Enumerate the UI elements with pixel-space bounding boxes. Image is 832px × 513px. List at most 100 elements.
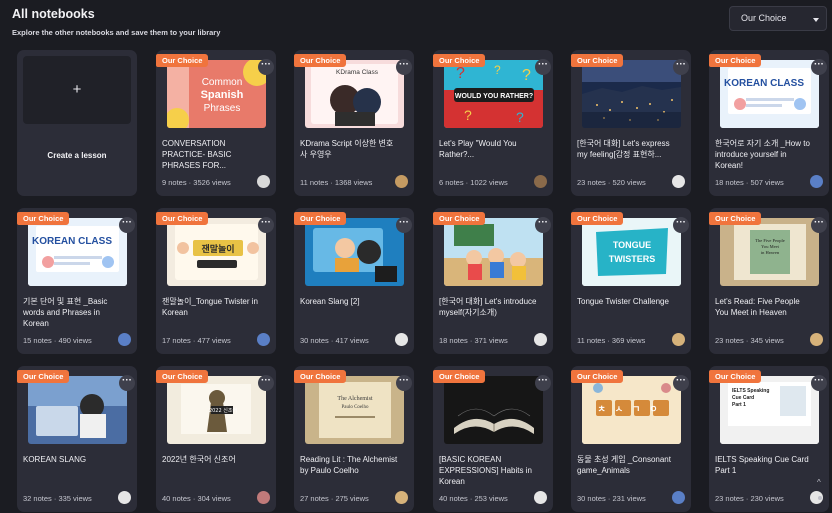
notebook-thumbnail: TONGUE TWISTERS	[582, 218, 681, 286]
notebook-stats: 6 notes · 1022 views	[439, 178, 508, 187]
more-options-icon[interactable]: ···	[811, 217, 827, 233]
our-choice-badge: Our Choice	[709, 370, 762, 383]
notebook-title: Let's Play "Would You Rather?...	[439, 139, 517, 159]
our-choice-badge: Our Choice	[156, 212, 209, 225]
author-avatar[interactable]	[257, 333, 270, 346]
notebook-card[interactable]: KOREAN CLASS Our Choice ··· 한국어로 자기 소개 _How…	[709, 50, 829, 196]
more-options-icon[interactable]: ···	[396, 217, 412, 233]
more-options-icon[interactable]: ···	[119, 375, 135, 391]
more-options-icon[interactable]: ···	[673, 375, 689, 391]
svg-text:Spanish: Spanish	[201, 89, 244, 101]
notebook-card[interactable]: Our Choice ··· Korean Slang [2] 30 notes · …	[294, 208, 414, 354]
author-avatar[interactable]	[534, 175, 547, 188]
notebook-card[interactable]: ??? WOULD YOU RATHER??? Our Choice ··· Let's…	[433, 50, 553, 196]
notebook-card[interactable]: IELTS Speaking Cue Card Part 1 Our Choice ··…	[709, 366, 829, 512]
svg-text:KOREAN CLASS: KOREAN CLASS	[724, 78, 804, 89]
scroll-up-icon[interactable]: ^	[817, 478, 821, 487]
notebook-stats: 23 notes · 230 views	[715, 494, 784, 503]
notebook-thumbnail: KOREAN CLASS	[720, 60, 819, 128]
create-lesson-card[interactable]: + Create a lesson	[17, 50, 137, 196]
svg-text:Common: Common	[202, 77, 243, 88]
notebook-card[interactable]: Our Choice ··· [BASIC KOREAN EXPRESSIONS] …	[433, 366, 553, 512]
author-avatar[interactable]	[534, 491, 547, 504]
notebook-card[interactable]: KDrama Class Our Choice ··· KDrama Script 이…	[294, 50, 414, 196]
notebook-stats: 17 notes · 477 views	[162, 336, 231, 345]
notebook-card[interactable]: ㅊㅅㄱㅇ Our Choice ··· 동물 초성 게임 _Consonant gam…	[571, 366, 691, 512]
notebook-card[interactable]: Common Spanish Phrases Our Choice ··· CONVERS…	[156, 50, 276, 196]
more-options-icon[interactable]: ···	[811, 375, 827, 391]
notebook-stats: 40 notes · 253 views	[439, 494, 508, 503]
author-avatar[interactable]	[118, 491, 131, 504]
more-options-icon[interactable]: ···	[811, 59, 827, 75]
author-avatar[interactable]	[810, 175, 823, 188]
notebook-card[interactable]: Our Choice ··· [한국어 대화] Let's introduce my…	[433, 208, 553, 354]
sort-dropdown[interactable]: Our Choice	[729, 6, 827, 31]
our-choice-badge: Our Choice	[433, 212, 486, 225]
page-title: All notebooks	[12, 7, 95, 21]
author-avatar[interactable]	[257, 491, 270, 504]
create-lesson-label: Create a lesson	[47, 151, 107, 160]
notebook-card[interactable]: Our Choice ··· KOREAN SLANG 32 notes · 335 …	[17, 366, 137, 512]
our-choice-badge: Our Choice	[294, 370, 347, 383]
svg-text:?: ?	[516, 109, 524, 125]
our-choice-badge: Our Choice	[709, 54, 762, 67]
notebook-card[interactable]: 잰말놀이 Our Choice ··· 잰말놀이_Tongue Twister in …	[156, 208, 276, 354]
more-options-icon[interactable]: ···	[258, 59, 274, 75]
author-avatar[interactable]	[118, 333, 131, 346]
notebook-title: Let's Read: Five People You Meet in Heav…	[715, 297, 800, 317]
svg-text:KDrama Class: KDrama Class	[336, 69, 379, 76]
more-options-icon[interactable]: ···	[535, 59, 551, 75]
svg-text:Phrases: Phrases	[204, 103, 241, 114]
more-options-icon[interactable]: ···	[258, 217, 274, 233]
notebook-stats: 30 notes · 231 views	[577, 494, 646, 503]
svg-text:You Meet: You Meet	[761, 244, 779, 249]
notebook-thumbnail: IELTS Speaking Cue Card Part 1	[720, 376, 819, 444]
notebook-stats: 27 notes · 275 views	[300, 494, 369, 503]
more-options-icon[interactable]: ···	[673, 217, 689, 233]
svg-text:?: ?	[456, 65, 465, 82]
svg-text:IELTS Speaking: IELTS Speaking	[732, 388, 769, 394]
our-choice-badge: Our Choice	[156, 370, 209, 383]
notebook-thumbnail	[28, 376, 127, 444]
notebook-card[interactable]: TONGUE TWISTERS Our Choice ··· Tongue Twiste…	[571, 208, 691, 354]
author-avatar[interactable]	[810, 333, 823, 346]
author-avatar[interactable]	[395, 175, 408, 188]
notebook-card[interactable]: The Alchemist Paulo Coelho Our Choice ··· Re…	[294, 366, 414, 512]
svg-text:Paulo Coelho: Paulo Coelho	[341, 405, 369, 410]
more-options-icon[interactable]: ···	[119, 217, 135, 233]
notebook-title: [한국어 대화] Let's introduce myself(자기소개)	[439, 297, 537, 317]
more-options-icon[interactable]: ···	[673, 59, 689, 75]
notebook-card[interactable]: 2022 신조어 Our Choice ··· 2022년 한국어 신조어 40 not…	[156, 366, 276, 512]
svg-text:in Heaven: in Heaven	[761, 250, 780, 255]
notebook-card[interactable]: The Five People You Meet in Heaven Our Choi…	[709, 208, 829, 354]
notebook-thumbnail	[444, 376, 543, 444]
author-avatar[interactable]	[672, 491, 685, 504]
notebook-card[interactable]: Our Choice ··· [한국어 대화] Let's express my f…	[571, 50, 691, 196]
author-avatar[interactable]	[395, 333, 408, 346]
svg-text:잰말놀이: 잰말놀이	[201, 243, 234, 255]
more-options-icon[interactable]: ···	[396, 375, 412, 391]
author-avatar[interactable]	[257, 175, 270, 188]
chevron-down-icon	[813, 18, 819, 22]
more-options-icon[interactable]: ···	[258, 375, 274, 391]
more-options-icon[interactable]: ···	[535, 217, 551, 233]
author-avatar[interactable]	[672, 175, 685, 188]
notebook-stats: 9 notes · 3526 views	[162, 178, 231, 187]
notebook-stats: 18 notes · 507 views	[715, 178, 784, 187]
notebook-thumbnail	[305, 218, 404, 286]
our-choice-badge: Our Choice	[17, 212, 70, 225]
author-avatar[interactable]	[672, 333, 685, 346]
notebook-card[interactable]: KOREAN CLASS Our Choice ··· 기본 단어 및 표현 _Bas…	[17, 208, 137, 354]
notebook-title: 기본 단어 및 표현 _Basic words and Phrases in K…	[23, 297, 108, 328]
notebook-grid: + Create a lesson Common Spanish Phrases Ou…	[11, 48, 831, 513]
our-choice-badge: Our Choice	[294, 212, 347, 225]
more-options-icon[interactable]: ···	[396, 59, 412, 75]
author-avatar[interactable]	[534, 333, 547, 346]
notebook-title: Tongue Twister Challenge	[577, 297, 669, 306]
author-avatar[interactable]	[395, 491, 408, 504]
scrollbar-thumb[interactable]	[818, 496, 822, 500]
notebook-stats: 11 notes · 369 views	[577, 336, 646, 345]
svg-text:The Five People: The Five People	[755, 238, 785, 243]
more-options-icon[interactable]: ···	[535, 375, 551, 391]
notebook-thumbnail: ??? WOULD YOU RATHER???	[444, 60, 543, 128]
